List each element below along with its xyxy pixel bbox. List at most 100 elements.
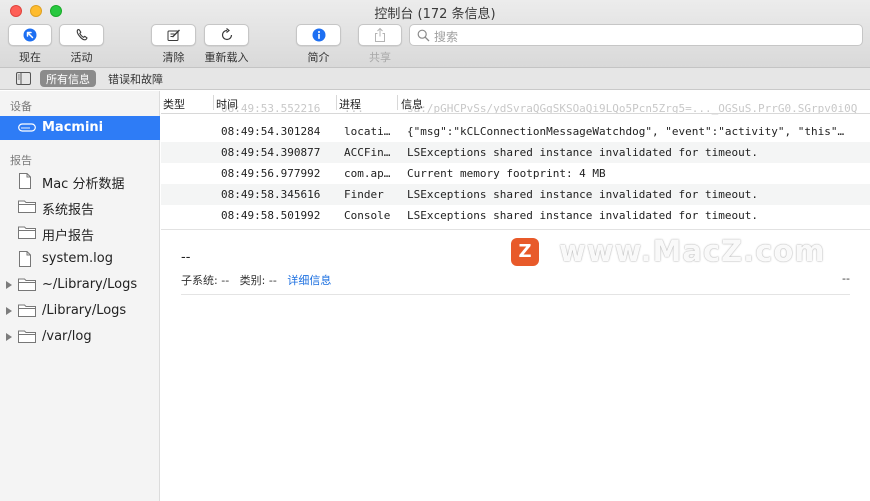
details-link[interactable]: 详细信息 bbox=[287, 274, 331, 287]
sidebar-item-user-reports[interactable]: 用户报告 bbox=[0, 221, 160, 245]
sidebar: 设备 Macmini 报告 Mac 分析数据 系统报告 用户报告 system.… bbox=[0, 91, 160, 501]
reports-section-header: 报告 bbox=[10, 154, 32, 167]
watermark-text: www.MacZ.com bbox=[559, 234, 826, 268]
folder-icon bbox=[18, 278, 36, 291]
row-process: Console bbox=[344, 209, 391, 222]
detail-divider bbox=[181, 294, 850, 295]
info-icon bbox=[312, 28, 325, 42]
table-row[interactable]: 08:49:54.390877 ACCFin… LSExceptions sha… bbox=[161, 142, 870, 163]
tab-all-messages[interactable]: 所有信息 bbox=[40, 70, 96, 87]
sidebar-item-library-logs[interactable]: /Library/Logs bbox=[0, 299, 160, 323]
reload-toolbar-item[interactable]: 重新载入 bbox=[204, 24, 249, 65]
activity-label: 活动 bbox=[70, 51, 93, 64]
row-time: 08:49:54.301284 bbox=[221, 125, 321, 138]
log-rows: 08:49:54.301284 locati… {"msg":"kCLConne… bbox=[161, 121, 870, 226]
activity-toolbar-item[interactable]: 活动 bbox=[59, 24, 104, 65]
sidebar-item-label: /Library/Logs bbox=[42, 303, 127, 318]
table-header: 类型 时间 进程 信息 bbox=[161, 91, 870, 114]
sidebar-item-var-log[interactable]: /var/log bbox=[0, 325, 160, 349]
clear-edit-icon bbox=[167, 29, 180, 41]
table-row[interactable]: 08:49:58.501992 Console LSExceptions sha… bbox=[161, 205, 870, 226]
disclosure-triangle-icon[interactable] bbox=[6, 281, 12, 289]
filter-bar: 所有信息 错误和故障 bbox=[0, 68, 870, 90]
share-label: 共享 bbox=[369, 51, 391, 64]
sidebar-item-label: /var/log bbox=[42, 329, 92, 344]
reload-icon bbox=[221, 28, 232, 41]
column-header-process[interactable]: 进程 bbox=[339, 96, 361, 112]
detail-title: -- bbox=[181, 250, 191, 265]
clear-label: 清除 bbox=[162, 51, 185, 64]
search-placeholder: 搜索 bbox=[434, 30, 459, 44]
folder-icon bbox=[18, 226, 36, 239]
folder-icon bbox=[18, 200, 36, 213]
column-header-message[interactable]: 信息 bbox=[401, 96, 423, 112]
search-field[interactable]: 搜索 bbox=[409, 24, 863, 46]
row-message: Current memory footprint: 4 MB bbox=[407, 167, 606, 180]
row-message: {"msg":"kCLConnectionMessageWatchdog", "… bbox=[407, 125, 845, 138]
clear-toolbar-item[interactable]: 清除 bbox=[151, 24, 196, 65]
row-process: com.ap… bbox=[344, 167, 391, 180]
document-icon bbox=[19, 251, 31, 267]
tab-errors-faults[interactable]: 错误和故障 bbox=[102, 70, 169, 87]
detail-right-value: -- bbox=[842, 272, 850, 285]
share-icon bbox=[375, 27, 385, 42]
info-button[interactable] bbox=[296, 24, 341, 46]
subsystem-value: -- bbox=[221, 274, 230, 287]
log-view: 08:49:53.552216 ... sa:/pGHCPvSs/ydSvraQ… bbox=[161, 91, 870, 501]
row-time: 08:49:54.390877 bbox=[221, 146, 321, 159]
folder-icon bbox=[18, 330, 36, 343]
column-header-time[interactable]: 时间 bbox=[216, 96, 238, 112]
sidebar-item-label: Macmini bbox=[42, 120, 104, 135]
row-process: ACCFin… bbox=[344, 146, 391, 159]
computer-drive-icon bbox=[18, 123, 36, 132]
window-titlebar: 控制台 (172 条信息) 现在 活动 清除 重新载入 简介 共享 搜索 bbox=[0, 0, 870, 68]
disclosure-triangle-icon[interactable] bbox=[6, 307, 12, 315]
column-divider[interactable] bbox=[397, 95, 398, 110]
row-process: Finder bbox=[344, 188, 384, 201]
now-arrow-icon bbox=[23, 28, 37, 42]
sidebar-item-system-reports[interactable]: 系统报告 bbox=[0, 195, 160, 219]
table-row[interactable]: 08:49:58.345616 Finder LSExceptions shar… bbox=[161, 184, 870, 205]
now-toolbar-item[interactable]: 现在 bbox=[8, 24, 52, 65]
detail-meta: 子系统: -- 类别: -- 详细信息 bbox=[181, 272, 331, 288]
detail-pane: -- 子系统: -- 类别: -- 详细信息 -- bbox=[161, 229, 870, 501]
row-message: LSExceptions shared instance invalidated… bbox=[407, 146, 758, 159]
column-divider[interactable] bbox=[213, 95, 214, 110]
share-toolbar-item[interactable]: 共享 bbox=[358, 24, 402, 65]
row-message: LSExceptions shared instance invalidated… bbox=[407, 209, 758, 222]
subsystem-label: 子系统: bbox=[181, 274, 218, 287]
row-time: 08:49:56.977992 bbox=[221, 167, 321, 180]
row-time: 08:49:58.345616 bbox=[221, 188, 321, 201]
sidebar-item-label: 系统报告 bbox=[42, 203, 95, 218]
share-button[interactable] bbox=[358, 24, 402, 46]
column-header-type[interactable]: 类型 bbox=[163, 96, 185, 112]
category-value: -- bbox=[268, 274, 277, 287]
sidebar-toggle-icon[interactable] bbox=[16, 72, 31, 85]
sidebar-item-system-log[interactable]: system.log bbox=[0, 247, 160, 271]
folder-icon bbox=[18, 304, 36, 317]
table-row[interactable]: 08:49:56.977992 com.ap… Current memory f… bbox=[161, 163, 870, 184]
info-toolbar-item[interactable]: 简介 bbox=[296, 24, 341, 65]
sidebar-item-label: system.log bbox=[42, 251, 113, 266]
disclosure-triangle-icon[interactable] bbox=[6, 333, 12, 341]
now-label: 现在 bbox=[19, 51, 41, 64]
document-icon bbox=[19, 173, 31, 189]
table-row[interactable]: 08:49:54.301284 locati… {"msg":"kCLConne… bbox=[161, 121, 870, 142]
row-time: 08:49:58.501992 bbox=[221, 209, 321, 222]
reload-label: 重新载入 bbox=[204, 51, 249, 64]
sidebar-item-label: 用户报告 bbox=[42, 229, 95, 244]
row-message: LSExceptions shared instance invalidated… bbox=[407, 188, 758, 201]
sidebar-item-user-library-logs[interactable]: ~/Library/Logs bbox=[0, 273, 160, 297]
reload-button[interactable] bbox=[204, 24, 249, 46]
sidebar-item-mac-analytics[interactable]: Mac 分析数据 bbox=[0, 169, 160, 193]
devices-section-header: 设备 bbox=[10, 100, 32, 113]
now-button[interactable] bbox=[8, 24, 52, 46]
clear-button[interactable] bbox=[151, 24, 196, 46]
sidebar-item-macmini[interactable]: Macmini bbox=[0, 116, 160, 140]
phone-icon bbox=[76, 28, 88, 41]
sidebar-item-label: Mac 分析数据 bbox=[42, 177, 125, 192]
sidebar-item-label: ~/Library/Logs bbox=[42, 277, 138, 292]
watermark-logo-icon: Z bbox=[511, 238, 539, 266]
column-divider[interactable] bbox=[336, 95, 337, 110]
activity-button[interactable] bbox=[59, 24, 104, 46]
